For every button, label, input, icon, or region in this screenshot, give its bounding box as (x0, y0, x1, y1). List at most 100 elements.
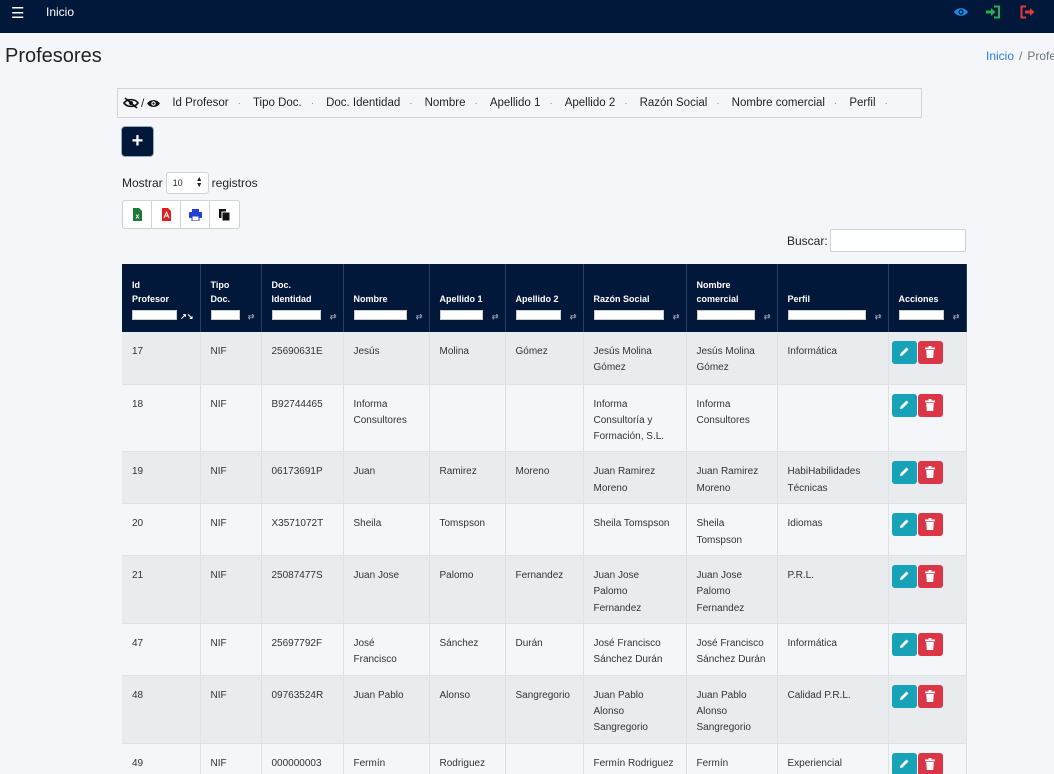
filter-input[interactable] (132, 310, 177, 320)
cell-id-profesor: 21 (122, 555, 201, 624)
edit-button[interactable] (891, 564, 917, 588)
cell-apellido-1: Palomo (429, 555, 506, 624)
delete-button[interactable] (917, 564, 943, 588)
delete-button[interactable] (917, 752, 943, 774)
toggle-all-columns[interactable]: / (123, 96, 161, 110)
delete-button[interactable] (917, 461, 943, 485)
filter-input[interactable] (898, 310, 944, 320)
cell-id-profesor: 19 (122, 451, 201, 505)
page-length-select[interactable]: 10 ▲ ▼ (165, 171, 209, 194)
column-toggle-dot: · (237, 97, 241, 109)
column-header-perfil[interactable]: Perfil ⇄ (777, 264, 889, 332)
page-length-prefix: Mostrar (122, 175, 163, 190)
column-toggle-apellido-1[interactable]: Apellido 1 (490, 97, 541, 109)
edit-button[interactable] (891, 341, 917, 364)
search-label: Buscar: (787, 234, 828, 248)
copy-button[interactable] (210, 201, 239, 228)
cell-perfil: Experiencial (777, 743, 889, 774)
table-header-row: Id Profesor ↗↘ Tipo Doc. ⇄ Doc. Identidad ⇄ No… (122, 264, 967, 332)
print-button[interactable] (181, 201, 210, 228)
svg-text:x: x (135, 214, 139, 221)
cell-apellido-2 (505, 384, 584, 453)
delete-button[interactable] (917, 684, 943, 708)
cell-apellido-1: Molina (429, 332, 506, 385)
edit-button[interactable] (891, 752, 917, 774)
trash-icon (918, 346, 943, 358)
delete-button[interactable] (917, 341, 943, 364)
column-toggle-razon-social[interactable]: Razón Social (640, 97, 708, 109)
edit-button[interactable] (891, 393, 917, 417)
column-toggle-nombre-comercial[interactable]: Nombre comercial (732, 97, 825, 109)
column-toggle-apellido-2[interactable]: Apellido 2 (565, 97, 616, 109)
top-navbar: ☰ Inicio (0, 0, 1054, 33)
column-toggle-id-profesor[interactable]: Id Profesor (172, 97, 228, 109)
page-length-control: Mostrar 10 ▲ ▼ registros (122, 171, 258, 194)
header-line: Identidad (271, 294, 312, 304)
filter-input[interactable] (271, 310, 321, 320)
page-length-value: 10 (172, 177, 183, 188)
filter-input[interactable] (593, 310, 664, 320)
pencil-icon (892, 638, 917, 649)
filter-input[interactable] (787, 310, 866, 320)
breadcrumb-home[interactable]: Inicio (986, 49, 1014, 63)
filter-input[interactable] (439, 310, 483, 320)
column-header-tipo-doc[interactable]: Tipo Doc. ⇄ (200, 264, 262, 332)
header-line: Perfil (787, 294, 811, 304)
delete-button[interactable] (917, 513, 943, 537)
delete-button[interactable] (917, 393, 943, 417)
column-toggle-nombre[interactable]: Nombre (425, 97, 466, 109)
cell-razon-social: Juan Pablo Alonso Sangregorio (583, 675, 687, 744)
column-header-apellido-2[interactable]: Apellido 2 ⇄ (505, 264, 584, 332)
column-header-id-profesor[interactable]: Id Profesor ↗↘ (122, 264, 201, 332)
sort-icon: ⇄ (672, 312, 680, 321)
column-header-nombre[interactable]: Nombre ⇄ (343, 264, 430, 332)
cell-nombre: Juan (343, 451, 430, 505)
eye-icon (147, 99, 161, 107)
cell-nombre-comercial: Jesús Molina Gómez (686, 332, 778, 385)
eye-icon[interactable] (953, 5, 969, 19)
edit-button[interactable] (891, 684, 917, 708)
delete-button[interactable] (917, 632, 943, 656)
cell-acciones (888, 743, 967, 774)
menu-icon[interactable]: ☰ (11, 6, 24, 22)
filter-input[interactable] (210, 310, 240, 320)
cell-tipo-doc: NIF (200, 332, 262, 385)
cell-acciones (888, 675, 967, 744)
cell-apellido-1: Rodriguez (429, 743, 506, 774)
cell-apellido-2: Fernandez (505, 555, 584, 624)
excel-export-button[interactable]: x (123, 201, 152, 228)
column-header-doc-identidad[interactable]: Doc. Identidad ⇄ (261, 264, 344, 332)
header-line: Doc. (271, 280, 292, 290)
cell-acciones (888, 451, 967, 505)
cell-nombre-comercial: Juan Jose Palomo Fernandez (686, 555, 778, 624)
pencil-icon (892, 570, 917, 581)
nav-home-link[interactable]: Inicio (46, 5, 74, 19)
add-profesor-button[interactable]: + (122, 127, 153, 156)
column-toggle-tipo-doc[interactable]: Tipo Doc. (253, 97, 302, 109)
search-input[interactable] (830, 229, 966, 252)
cell-doc-identidad: B92744465 (261, 384, 344, 453)
filter-input[interactable] (515, 310, 561, 320)
trash-icon (918, 466, 943, 479)
pdf-export-button[interactable] (152, 201, 181, 228)
copy-icon (219, 208, 230, 221)
breadcrumb-separator: / (1019, 49, 1023, 63)
header-line: Id (132, 280, 140, 290)
cell-id-profesor: 48 (122, 675, 201, 744)
edit-button[interactable] (891, 461, 917, 485)
filter-input[interactable] (696, 310, 755, 320)
filter-input[interactable] (353, 310, 407, 320)
cell-apellido-1 (429, 384, 506, 453)
column-header-nombre-comercial[interactable]: Nombre comercial ⇄ (686, 264, 778, 332)
column-toggle-perfil[interactable]: Perfil (849, 97, 875, 109)
login-icon[interactable] (985, 5, 1001, 19)
cell-perfil: Idiomas (777, 503, 889, 556)
cell-razon-social: Juan Jose Palomo Fernandez (583, 555, 687, 624)
edit-button[interactable] (891, 513, 917, 537)
edit-button[interactable] (891, 632, 917, 656)
breadcrumb: Inicio / Profesores (986, 49, 1054, 63)
column-header-apellido-1[interactable]: Apellido 1 ⇄ (429, 264, 506, 332)
column-header-razon-social[interactable]: Razón Social ⇄ (583, 264, 687, 332)
logout-icon[interactable] (1020, 5, 1036, 19)
column-toggle-doc-identidad[interactable]: Doc. Identidad (326, 97, 400, 109)
